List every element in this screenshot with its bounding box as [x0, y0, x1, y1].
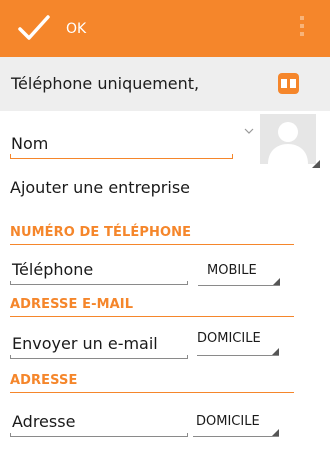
phone-type-select[interactable]: MOBILE	[198, 257, 280, 286]
email-section-header: ADRESSE E-MAIL	[10, 297, 294, 317]
email-type-value: DOMICILE	[197, 331, 261, 346]
person-silhouette-icon	[260, 114, 316, 164]
contact-photo[interactable]	[260, 114, 320, 168]
add-company-link[interactable]: Ajouter une entreprise	[10, 178, 190, 197]
account-label: Téléphone uniquement,	[11, 74, 200, 93]
address-input[interactable]: Adresse	[10, 408, 188, 437]
phone-section-header: NUMÉRO DE TÉLÉPHONE	[10, 225, 294, 245]
name-field-placeholder: Nom	[11, 134, 49, 153]
phone-input[interactable]: Téléphone	[10, 256, 188, 285]
contacts-book-icon[interactable]	[278, 73, 299, 94]
address-input-placeholder: Adresse	[12, 412, 76, 431]
email-input-placeholder: Envoyer un e-mail	[12, 334, 158, 353]
chevron-down-icon[interactable]	[244, 128, 254, 134]
address-section-header: ADRESSE	[10, 373, 294, 393]
ok-button[interactable]: OK	[0, 0, 120, 57]
address-type-value: DOMICILE	[196, 414, 260, 429]
checkmark-icon	[18, 15, 50, 40]
name-field[interactable]: Nom	[10, 131, 233, 159]
phone-input-placeholder: Téléphone	[12, 260, 94, 279]
address-type-select[interactable]: DOMICILE	[193, 408, 279, 437]
email-input[interactable]: Envoyer un e-mail	[10, 330, 188, 359]
photo-corner-indicator	[312, 160, 320, 168]
email-type-select[interactable]: DOMICILE	[197, 327, 279, 356]
account-selector[interactable]: Téléphone uniquement,	[0, 57, 330, 111]
phone-type-value: MOBILE	[207, 263, 257, 278]
ok-label: OK	[66, 21, 87, 37]
overflow-menu-icon[interactable]	[298, 16, 306, 42]
action-bar: OK	[0, 0, 330, 57]
